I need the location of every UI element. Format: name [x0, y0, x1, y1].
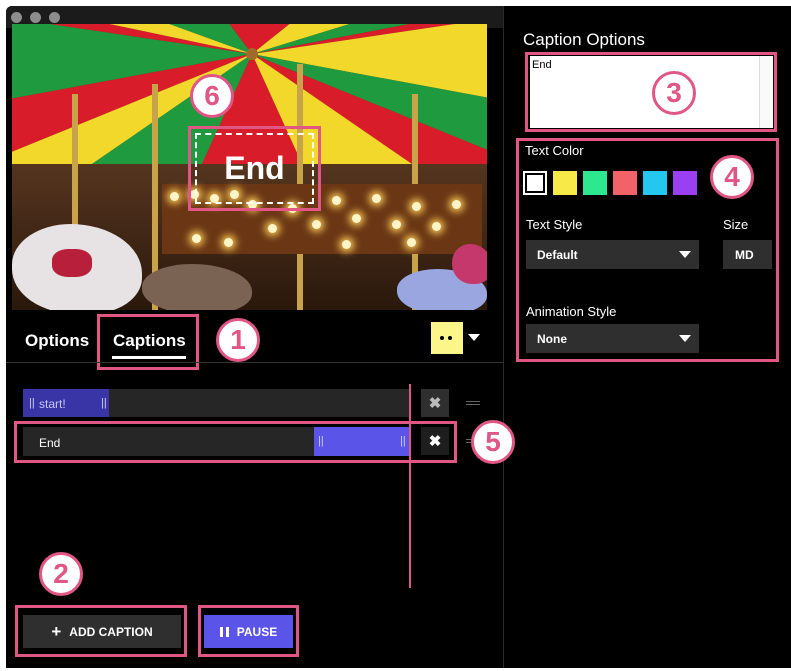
animation-style-select[interactable]: None [526, 324, 699, 353]
add-caption-label: ADD CAPTION [69, 624, 153, 639]
animation-style-label: Animation Style [526, 304, 617, 319]
caption-overlay-text: End [224, 150, 285, 186]
segment-handle-left[interactable]: || [318, 435, 324, 447]
remove-caption-button[interactable]: ✖ [421, 389, 449, 417]
caption-options-title: Caption Options [523, 30, 645, 49]
zoom-window-dot[interactable] [49, 12, 60, 23]
segment-handle-right[interactable]: || [101, 397, 107, 409]
timeline-playhead[interactable] [409, 384, 411, 588]
pause-icon [219, 626, 229, 637]
textarea-scrollbar[interactable] [759, 56, 773, 128]
caption-overlay[interactable]: End [195, 133, 314, 204]
segment-handle-right[interactable]: || [400, 435, 406, 447]
color-swatch-white[interactable] [523, 171, 547, 195]
pause-label: PAUSE [236, 624, 278, 639]
color-swatch-purple[interactable] [673, 171, 697, 195]
text-style-value: Default [537, 248, 578, 262]
caption-row-label: End [39, 436, 61, 450]
size-label: Size [723, 217, 749, 232]
add-caption-button[interactable]: + ADD CAPTION [23, 615, 181, 648]
caption-segment[interactable] [23, 389, 109, 417]
pane-divider [503, 6, 504, 668]
annotation-badge-4: 4 [710, 155, 754, 199]
color-swatch-yellow[interactable] [553, 171, 577, 195]
remove-caption-button[interactable]: ✖ [421, 427, 449, 455]
size-value: MD [735, 248, 754, 262]
text-style-select[interactable]: Default [526, 240, 699, 269]
chevron-down-icon [679, 251, 691, 258]
drag-handle-icon[interactable] [466, 401, 480, 405]
tab-divider [6, 362, 504, 363]
close-window-dot[interactable] [11, 12, 22, 23]
chevron-down-icon [679, 335, 691, 342]
caption-segment-label: start! [39, 397, 66, 411]
annotation-badge-6: 6 [190, 74, 234, 118]
annotation-badge-5: 5 [471, 420, 515, 464]
caption-text-value: End [532, 59, 552, 71]
annotation-badge-2: 2 [39, 552, 83, 596]
pause-button[interactable]: PAUSE [204, 615, 293, 648]
tab-captions[interactable]: Captions [113, 331, 186, 351]
chevron-down-icon[interactable] [468, 334, 480, 341]
active-tab-indicator [112, 356, 186, 359]
caption-segment[interactable] [314, 427, 411, 456]
annotation-badge-1: 1 [216, 318, 260, 362]
tab-options[interactable]: Options [25, 331, 89, 351]
color-swatch-blue[interactable] [643, 171, 667, 195]
segment-handle-left[interactable]: || [29, 397, 35, 409]
text-style-label: Text Style [526, 217, 583, 232]
minimize-window-dot[interactable] [30, 12, 41, 23]
annotation-badge-3: 3 [652, 71, 696, 115]
color-swatch-green[interactable] [583, 171, 607, 195]
color-swatch-red[interactable] [613, 171, 637, 195]
text-color-label: Text Color [525, 143, 584, 158]
caption-style-swatch-button[interactable] [431, 322, 463, 354]
app-window: End 6 Options Captions 1 || start! || ✖ … [0, 0, 791, 671]
caption-overlay-highlight[interactable]: End [188, 126, 321, 211]
plus-icon: + [51, 622, 62, 641]
size-select[interactable]: MD [723, 240, 772, 269]
animation-style-value: None [537, 332, 567, 346]
